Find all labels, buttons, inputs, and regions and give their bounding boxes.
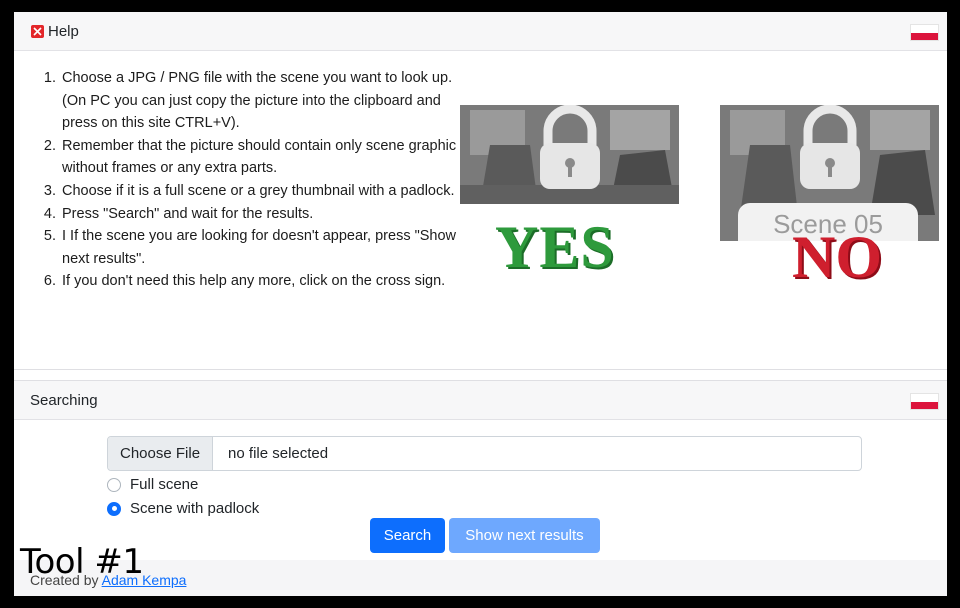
- help-title: Help: [48, 22, 79, 40]
- help-step: I If the scene you are looking for doesn…: [60, 225, 460, 270]
- search-header: Searching: [14, 380, 947, 420]
- overlay-caption: Tool #1: [20, 542, 144, 582]
- help-step: Remember that the picture should contain…: [60, 135, 460, 180]
- no-label: NO: [792, 224, 882, 290]
- yes-label: YES: [495, 214, 615, 280]
- help-step: Choose a JPG / PNG file with the scene y…: [60, 67, 460, 135]
- help-step: Press "Search" and wait for the results.: [60, 203, 460, 226]
- file-status: no file selected: [228, 445, 329, 462]
- show-next-results-button[interactable]: Show next results: [449, 518, 600, 553]
- file-input[interactable]: Choose File no file selected: [107, 436, 862, 471]
- help-steps: Choose a JPG / PNG file with the scene y…: [38, 67, 460, 293]
- choose-file-button[interactable]: Choose File: [108, 437, 214, 470]
- polish-flag-icon[interactable]: [910, 24, 939, 41]
- radio-label: Scene with padlock: [130, 500, 260, 517]
- help-body: Choose a JPG / PNG file with the scene y…: [14, 51, 947, 370]
- search-body: Choose File no file selected Full scene …: [14, 420, 947, 571]
- radio-button[interactable]: [107, 477, 121, 492]
- search-title: Searching: [30, 391, 98, 409]
- search-button[interactable]: Search: [370, 518, 445, 553]
- close-icon[interactable]: [31, 24, 44, 38]
- help-step: Choose if it is a full scene or a grey t…: [60, 180, 460, 203]
- polish-flag-icon[interactable]: [910, 393, 939, 410]
- app-frame: Help Choose a JPG / PNG file with the sc…: [14, 12, 947, 596]
- radio-button-checked[interactable]: [107, 501, 121, 516]
- example-thumbnail-correct: [460, 105, 679, 204]
- help-header: Help: [14, 12, 947, 51]
- example-thumbnail-incorrect: Scene 05: [720, 105, 939, 241]
- help-step: If you don't need this help any more, cl…: [60, 270, 460, 293]
- footer: Created by Adam Kempa: [14, 560, 947, 596]
- radio-scene-with-padlock[interactable]: Scene with padlock: [107, 500, 259, 517]
- radio-label: Full scene: [130, 476, 199, 493]
- radio-full-scene[interactable]: Full scene: [107, 476, 198, 493]
